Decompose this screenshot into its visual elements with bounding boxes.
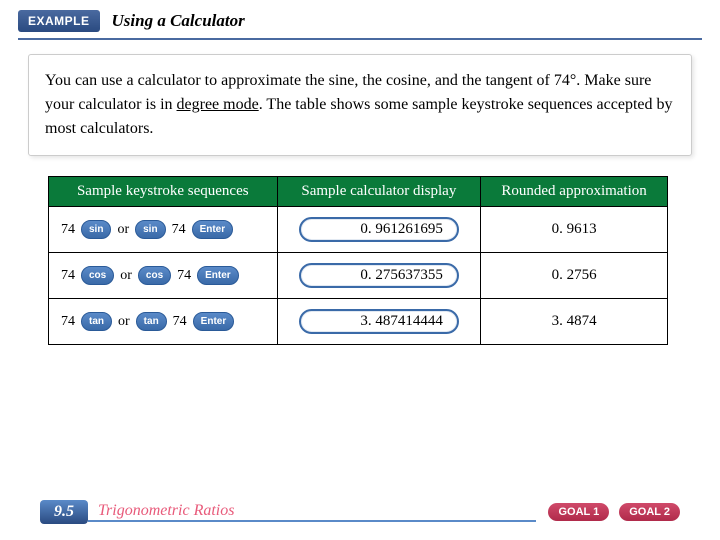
or-text: or: [118, 314, 130, 330]
calc-display: 0. 961261695: [299, 217, 459, 242]
tan-key: tan: [81, 312, 112, 331]
th-display: Sample calculator display: [277, 177, 481, 207]
table-row: 74 cos or cos 74 Enter 0. 275637355 0. 2…: [49, 253, 668, 299]
enter-key: Enter: [197, 266, 239, 285]
angle-value: 74: [172, 222, 186, 238]
calc-display: 3. 487414444: [299, 309, 459, 334]
angle-value: 74: [173, 314, 187, 330]
goals: GOAL 1 GOAL 2: [548, 503, 680, 521]
angle-value: 74: [61, 314, 75, 330]
keystroke-seq: 74 sin or sin 74 Enter: [61, 220, 269, 239]
enter-key: Enter: [192, 220, 234, 239]
sin-key: sin: [81, 220, 111, 239]
goal-2-badge: GOAL 2: [619, 503, 680, 521]
or-text: or: [120, 268, 132, 284]
example-badge: EXAMPLE: [18, 10, 100, 32]
goal-1-badge: GOAL 1: [548, 503, 609, 521]
or-text: or: [117, 222, 129, 238]
approx-value: 0. 9613: [481, 207, 668, 253]
section-number: 9.5: [40, 500, 88, 524]
table-row: 74 tan or tan 74 Enter 3. 487414444 3. 4…: [49, 299, 668, 345]
angle-value: 74: [61, 222, 75, 238]
section-title: Trigonometric Ratios: [88, 502, 536, 522]
header-rule: [18, 38, 702, 40]
th-approx: Rounded approximation: [481, 177, 668, 207]
intro-box: You can use a calculator to approximate …: [28, 54, 692, 156]
intro-underline: degree mode: [177, 96, 259, 113]
table-row: 74 sin or sin 74 Enter 0. 961261695 0. 9…: [49, 207, 668, 253]
approx-value: 3. 4874: [481, 299, 668, 345]
header: EXAMPLE Using a Calculator: [0, 0, 720, 38]
sin-key: sin: [135, 220, 165, 239]
tan-key: tan: [136, 312, 167, 331]
trig-table: Sample keystroke sequences Sample calcul…: [48, 176, 668, 345]
th-keystrokes: Sample keystroke sequences: [49, 177, 278, 207]
cos-key: cos: [81, 266, 114, 285]
keystroke-seq: 74 cos or cos 74 Enter: [61, 266, 269, 285]
footer: 9.5 Trigonometric Ratios GOAL 1 GOAL 2: [0, 490, 720, 540]
calc-display: 0. 275637355: [299, 263, 459, 288]
cos-key: cos: [138, 266, 171, 285]
angle-value: 74: [61, 268, 75, 284]
approx-value: 0. 2756: [481, 253, 668, 299]
section-strip: 9.5 Trigonometric Ratios GOAL 1 GOAL 2: [40, 500, 680, 524]
enter-key: Enter: [193, 312, 235, 331]
angle-value: 74: [177, 268, 191, 284]
keystroke-seq: 74 tan or tan 74 Enter: [61, 312, 269, 331]
page-title: Using a Calculator: [112, 11, 245, 31]
